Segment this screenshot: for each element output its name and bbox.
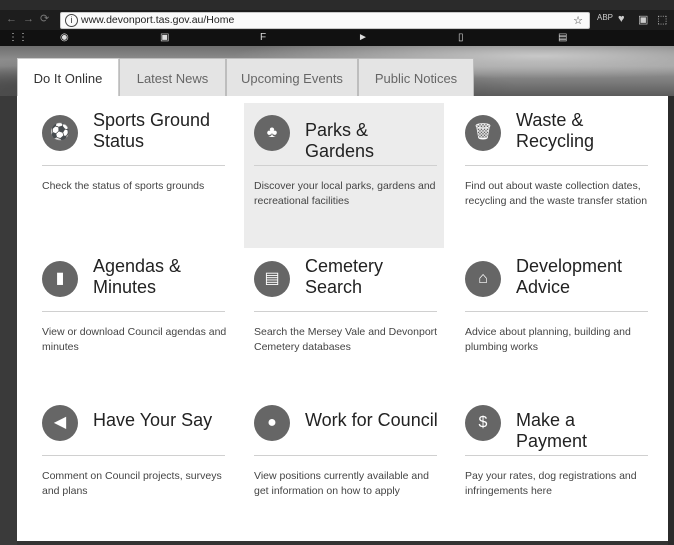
cast-icon[interactable]: ⬚ <box>657 13 667 26</box>
bookmark-icon[interactable]: F <box>260 32 266 43</box>
tile-development-advice[interactable]: ⌂ Development Advice Advice about planni… <box>455 249 655 394</box>
tile-title[interactable]: Make a Payment <box>516 410 651 452</box>
tile-title[interactable]: Waste & Recycling <box>516 110 651 152</box>
tab-latest-news[interactable]: Latest News <box>119 58 226 96</box>
tile-description: Find out about waste collection dates, r… <box>465 180 648 207</box>
divider <box>254 165 437 166</box>
bookmark-icon[interactable]: ▤ <box>558 32 567 43</box>
divider <box>42 311 225 312</box>
tile-title[interactable]: Have Your Say <box>93 410 228 431</box>
tile-title[interactable]: Agendas & Minutes <box>93 256 228 298</box>
tile-make-a-payment[interactable]: $ Make a Payment Pay your rates, dog reg… <box>455 393 655 538</box>
divider <box>42 455 225 456</box>
divider <box>254 311 437 312</box>
page-margin <box>0 96 17 545</box>
tile-description: Check the status of sports grounds <box>42 180 205 192</box>
tile-description: View positions currently available and g… <box>254 470 429 497</box>
tile-agendas-minutes[interactable]: ▮ Agendas & Minutes View or download Cou… <box>32 249 232 394</box>
tile-title[interactable]: Cemetery Search <box>305 256 440 298</box>
headstone-icon: ▤ <box>254 261 290 297</box>
house-icon: ⌂ <box>465 261 501 297</box>
tile-description: View or download Council agendas and min… <box>42 326 227 353</box>
bookmark-icon[interactable]: ► <box>358 32 368 43</box>
bookmark-icon[interactable]: ▯ <box>458 32 464 43</box>
bookmark-icon[interactable]: ▣ <box>160 32 169 43</box>
tile-waste-recycling[interactable]: 🗑 Waste & Recycling Find out about waste… <box>455 103 655 248</box>
divider <box>254 455 437 456</box>
tile-description: Pay your rates, dog registrations and in… <box>465 470 637 497</box>
bin-icon: 🗑 <box>465 115 501 151</box>
person-icon: ● <box>254 405 290 441</box>
adblock-extension-icon[interactable]: ABP <box>597 13 613 22</box>
divider <box>465 455 648 456</box>
extension-icon[interactable]: ▣ <box>638 13 648 26</box>
address-bar[interactable]: i www.devonport.tas.gov.au/Home ☆ <box>60 12 590 29</box>
tile-description: Advice about planning, building and plum… <box>465 326 631 353</box>
tab-do-it-online[interactable]: Do It Online <box>17 58 119 96</box>
navigation-icons[interactable]: ←→⟳ <box>6 12 55 25</box>
tile-description: Comment on Council projects, surveys and… <box>42 470 222 497</box>
tile-work-for-council[interactable]: ● Work for Council View positions curren… <box>244 393 444 538</box>
tile-description: Search the Mersey Vale and Devonport Cem… <box>254 326 438 353</box>
tile-title[interactable]: Development Advice <box>516 256 651 298</box>
page-margin <box>668 96 674 545</box>
tile-title[interactable]: Sports Ground Status <box>93 110 228 152</box>
ball-icon: ⚽ <box>42 115 78 151</box>
tile-title[interactable]: Work for Council <box>305 410 440 431</box>
tile-description: Discover your local parks, gardens and r… <box>254 180 436 207</box>
extension-icon[interactable]: ♥ <box>618 13 625 25</box>
book-icon: ▮ <box>42 261 78 297</box>
megaphone-icon: ◀ <box>42 405 78 441</box>
apps-icon[interactable]: ⋮⋮ <box>8 32 28 43</box>
divider <box>465 311 648 312</box>
tab-public-notices[interactable]: Public Notices <box>358 58 474 96</box>
tile-have-your-say[interactable]: ◀ Have Your Say Comment on Council proje… <box>32 393 232 538</box>
divider <box>465 165 648 166</box>
page-bottom-edge <box>17 541 668 545</box>
bookmark-star-icon[interactable]: ☆ <box>573 14 583 27</box>
tile-sports-ground-status[interactable]: ⚽ Sports Ground Status Check the status … <box>32 103 232 248</box>
address-bar-row: ←→⟳ i www.devonport.tas.gov.au/Home ☆ AB… <box>0 10 674 30</box>
trees-icon: ♣ <box>254 115 290 151</box>
info-icon[interactable]: i <box>65 14 78 27</box>
dollar-icon: $ <box>465 405 501 441</box>
divider <box>42 165 225 166</box>
tile-cemetery-search[interactable]: ▤ Cemetery Search Search the Mersey Vale… <box>244 249 444 394</box>
tile-title[interactable]: Parks & Gardens <box>305 120 440 162</box>
tab-upcoming-events[interactable]: Upcoming Events <box>226 58 358 96</box>
url-text[interactable]: www.devonport.tas.gov.au/Home <box>81 14 234 26</box>
bookmarks-bar: ⋮⋮ ◉ ▣ F ► ▯ ▤ <box>0 30 674 46</box>
tile-parks-gardens[interactable]: ♣ Parks & Gardens Discover your local pa… <box>244 103 444 248</box>
bookmark-icon[interactable]: ◉ <box>60 32 69 43</box>
